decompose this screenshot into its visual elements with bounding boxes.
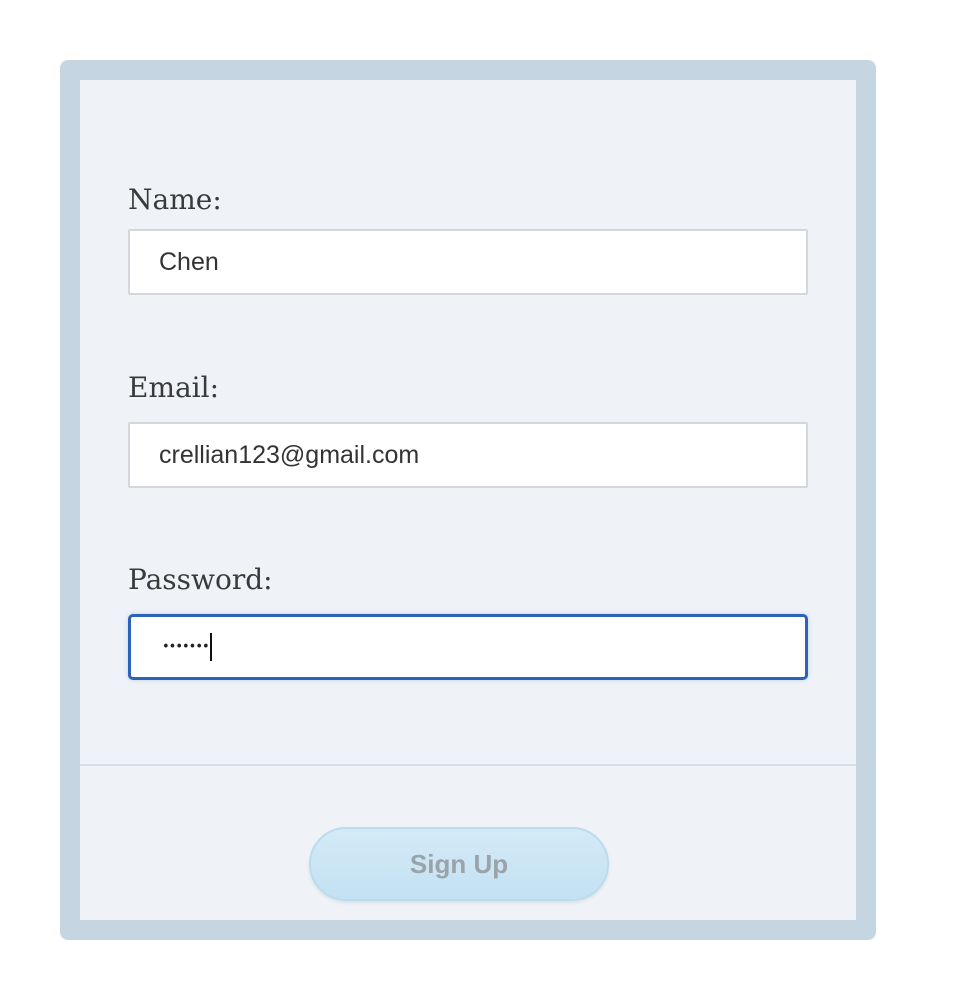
password-masked-value: ••••••• [162, 639, 210, 655]
sign-up-button[interactable]: Sign Up [309, 827, 609, 901]
text-caret [209, 633, 212, 661]
email-label: Email: [128, 371, 220, 404]
password-input[interactable]: ••••••• [128, 614, 808, 680]
email-input[interactable] [128, 422, 808, 488]
name-label: Name: [128, 183, 222, 216]
signup-form-card: Name: Email: Password: ••••••• Sign Up [80, 80, 856, 920]
name-input[interactable] [128, 229, 808, 295]
form-divider [80, 764, 856, 766]
signup-form-frame: Name: Email: Password: ••••••• Sign Up [60, 60, 876, 940]
password-label: Password: [128, 563, 273, 596]
